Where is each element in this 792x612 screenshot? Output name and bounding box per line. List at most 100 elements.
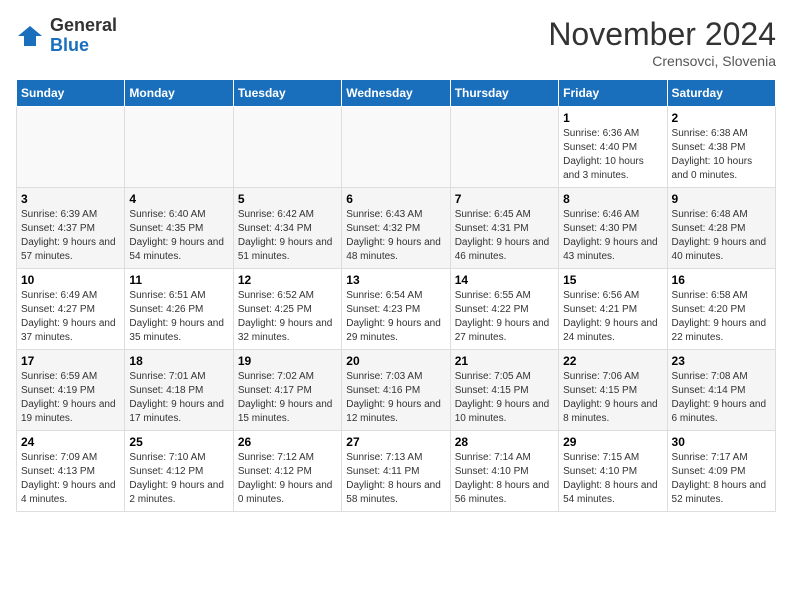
day-info: Sunrise: 7:08 AMSunset: 4:14 PMDaylight:…	[672, 370, 771, 426]
calendar-day-1: 1 Sunrise: 6:36 AMSunset: 4:40 PMDaylight…	[559, 107, 667, 188]
day-number: 13	[346, 273, 445, 287]
calendar-day-29: 29Sunrise: 7:15 AMSunset: 4:10 PMDayligh…	[559, 431, 667, 512]
calendar-day-12: 12 Sunrise: 6:52 AMSunset: 4:25 PMDayligh…	[233, 269, 341, 350]
calendar-day-empty-0	[17, 107, 125, 188]
calendar-day-9: 9 Sunrise: 6:48 AMSunset: 4:28 PMDaylight…	[667, 188, 775, 269]
calendar-day-empty-1	[125, 107, 233, 188]
day-info: Sunrise: 6:54 AMSunset: 4:23 PMDaylight:…	[346, 289, 445, 345]
day-info: Sunrise: 6:45 AMSunset: 4:31 PMDaylight:…	[455, 208, 554, 264]
day-number: 16	[672, 273, 771, 287]
calendar-day-2: 2 Sunrise: 6:38 AMSunset: 4:38 PMDaylight…	[667, 107, 775, 188]
day-info: Sunrise: 7:14 AMSunset: 4:10 PMDaylight:…	[455, 451, 554, 507]
column-header-wednesday: Wednesday	[342, 80, 450, 107]
day-info: Sunrise: 6:51 AMSunset: 4:26 PMDaylight:…	[129, 289, 228, 345]
calendar-day-3: 3 Sunrise: 6:39 AMSunset: 4:37 PMDaylight…	[17, 188, 125, 269]
column-header-thursday: Thursday	[450, 80, 558, 107]
column-header-sunday: Sunday	[17, 80, 125, 107]
calendar-day-11: 11 Sunrise: 6:51 AMSunset: 4:26 PMDayligh…	[125, 269, 233, 350]
day-number: 8	[563, 192, 662, 206]
day-info: Sunrise: 6:52 AMSunset: 4:25 PMDaylight:…	[238, 289, 337, 345]
day-info: Sunrise: 6:36 AMSunset: 4:40 PMDaylight:…	[563, 127, 662, 183]
day-number: 1	[563, 111, 662, 125]
day-info: Sunrise: 6:48 AMSunset: 4:28 PMDaylight:…	[672, 208, 771, 264]
day-number: 25	[129, 435, 228, 449]
day-info: Sunrise: 7:01 AMSunset: 4:18 PMDaylight:…	[129, 370, 228, 426]
calendar-day-27: 27 Sunrise: 7:13 AMSunset: 4:11 PMDayligh…	[342, 431, 450, 512]
day-info: Sunrise: 7:12 AMSunset: 4:12 PMDaylight:…	[238, 451, 337, 507]
calendar-day-18: 18Sunrise: 7:01 AMSunset: 4:18 PMDayligh…	[125, 350, 233, 431]
calendar-day-23: 23 Sunrise: 7:08 AMSunset: 4:14 PMDayligh…	[667, 350, 775, 431]
calendar-day-6: 6Sunrise: 6:43 AMSunset: 4:32 PMDaylight…	[342, 188, 450, 269]
day-number: 26	[238, 435, 337, 449]
column-header-tuesday: Tuesday	[233, 80, 341, 107]
day-info: Sunrise: 6:56 AMSunset: 4:21 PMDaylight:…	[563, 289, 662, 345]
calendar-day-17: 17 Sunrise: 6:59 AMSunset: 4:19 PMDayligh…	[17, 350, 125, 431]
day-info: Sunrise: 7:02 AMSunset: 4:17 PMDaylight:…	[238, 370, 337, 426]
day-number: 5	[238, 192, 337, 206]
calendar-day-25: 25Sunrise: 7:10 AMSunset: 4:12 PMDayligh…	[125, 431, 233, 512]
day-number: 15	[563, 273, 662, 287]
calendar-day-10: 10 Sunrise: 6:49 AMSunset: 4:27 PMDayligh…	[17, 269, 125, 350]
day-info: Sunrise: 6:49 AMSunset: 4:27 PMDaylight:…	[21, 289, 120, 345]
day-number: 20	[346, 354, 445, 368]
calendar-day-15: 15 Sunrise: 6:56 AMSunset: 4:21 PMDayligh…	[559, 269, 667, 350]
calendar-day-28: 28Sunrise: 7:14 AMSunset: 4:10 PMDayligh…	[450, 431, 558, 512]
column-header-monday: Monday	[125, 80, 233, 107]
day-info: Sunrise: 7:03 AMSunset: 4:16 PMDaylight:…	[346, 370, 445, 426]
calendar-day-24: 24 Sunrise: 7:09 AMSunset: 4:13 PMDayligh…	[17, 431, 125, 512]
calendar-day-empty-2	[233, 107, 341, 188]
day-number: 22	[563, 354, 662, 368]
logo-blue: Blue	[50, 36, 117, 56]
calendar-day-5: 5 Sunrise: 6:42 AMSunset: 4:34 PMDaylight…	[233, 188, 341, 269]
day-info: Sunrise: 6:40 AMSunset: 4:35 PMDaylight:…	[129, 208, 228, 264]
calendar-day-22: 22Sunrise: 7:06 AMSunset: 4:15 PMDayligh…	[559, 350, 667, 431]
calendar-week-5: 24 Sunrise: 7:09 AMSunset: 4:13 PMDayligh…	[17, 431, 776, 512]
day-number: 21	[455, 354, 554, 368]
calendar-day-7: 7Sunrise: 6:45 AMSunset: 4:31 PMDaylight…	[450, 188, 558, 269]
day-info: Sunrise: 6:59 AMSunset: 4:19 PMDaylight:…	[21, 370, 120, 426]
calendar-week-1: 1 Sunrise: 6:36 AMSunset: 4:40 PMDaylight…	[17, 107, 776, 188]
title-block: November 2024 Crensovci, Slovenia	[548, 16, 776, 69]
day-number: 19	[238, 354, 337, 368]
calendar-day-20: 20 Sunrise: 7:03 AMSunset: 4:16 PMDayligh…	[342, 350, 450, 431]
day-number: 29	[563, 435, 662, 449]
day-number: 10	[21, 273, 120, 287]
calendar-table: SundayMondayTuesdayWednesdayThursdayFrid…	[16, 79, 776, 512]
calendar-day-21: 21 Sunrise: 7:05 AMSunset: 4:15 PMDayligh…	[450, 350, 558, 431]
calendar-day-30: 30Sunrise: 7:17 AMSunset: 4:09 PMDayligh…	[667, 431, 775, 512]
calendar-week-4: 17 Sunrise: 6:59 AMSunset: 4:19 PMDayligh…	[17, 350, 776, 431]
day-number: 12	[238, 273, 337, 287]
calendar-day-13: 13 Sunrise: 6:54 AMSunset: 4:23 PMDayligh…	[342, 269, 450, 350]
day-number: 3	[21, 192, 120, 206]
calendar-day-8: 8 Sunrise: 6:46 AMSunset: 4:30 PMDaylight…	[559, 188, 667, 269]
day-number: 27	[346, 435, 445, 449]
logo-text: General Blue	[50, 16, 117, 56]
day-info: Sunrise: 7:09 AMSunset: 4:13 PMDaylight:…	[21, 451, 120, 507]
day-info: Sunrise: 6:46 AMSunset: 4:30 PMDaylight:…	[563, 208, 662, 264]
day-info: Sunrise: 6:38 AMSunset: 4:38 PMDaylight:…	[672, 127, 771, 183]
day-number: 17	[21, 354, 120, 368]
day-number: 14	[455, 273, 554, 287]
day-info: Sunrise: 7:05 AMSunset: 4:15 PMDaylight:…	[455, 370, 554, 426]
day-info: Sunrise: 6:42 AMSunset: 4:34 PMDaylight:…	[238, 208, 337, 264]
logo-general: General	[50, 16, 117, 36]
column-header-friday: Friday	[559, 80, 667, 107]
day-info: Sunrise: 7:13 AMSunset: 4:11 PMDaylight:…	[346, 451, 445, 507]
day-info: Sunrise: 6:43 AMSunset: 4:32 PMDaylight:…	[346, 208, 445, 264]
day-number: 9	[672, 192, 771, 206]
day-info: Sunrise: 6:58 AMSunset: 4:20 PMDaylight:…	[672, 289, 771, 345]
day-number: 24	[21, 435, 120, 449]
calendar-week-2: 3 Sunrise: 6:39 AMSunset: 4:37 PMDaylight…	[17, 188, 776, 269]
day-number: 23	[672, 354, 771, 368]
day-info: Sunrise: 6:55 AMSunset: 4:22 PMDaylight:…	[455, 289, 554, 345]
calendar-day-14: 14 Sunrise: 6:55 AMSunset: 4:22 PMDayligh…	[450, 269, 558, 350]
calendar-day-26: 26 Sunrise: 7:12 AMSunset: 4:12 PMDayligh…	[233, 431, 341, 512]
day-info: Sunrise: 6:39 AMSunset: 4:37 PMDaylight:…	[21, 208, 120, 264]
day-number: 2	[672, 111, 771, 125]
day-info: Sunrise: 7:17 AMSunset: 4:09 PMDaylight:…	[672, 451, 771, 507]
day-number: 11	[129, 273, 228, 287]
day-number: 4	[129, 192, 228, 206]
calendar-day-19: 19 Sunrise: 7:02 AMSunset: 4:17 PMDayligh…	[233, 350, 341, 431]
calendar-week-3: 10 Sunrise: 6:49 AMSunset: 4:27 PMDayligh…	[17, 269, 776, 350]
month-title: November 2024	[548, 16, 776, 53]
